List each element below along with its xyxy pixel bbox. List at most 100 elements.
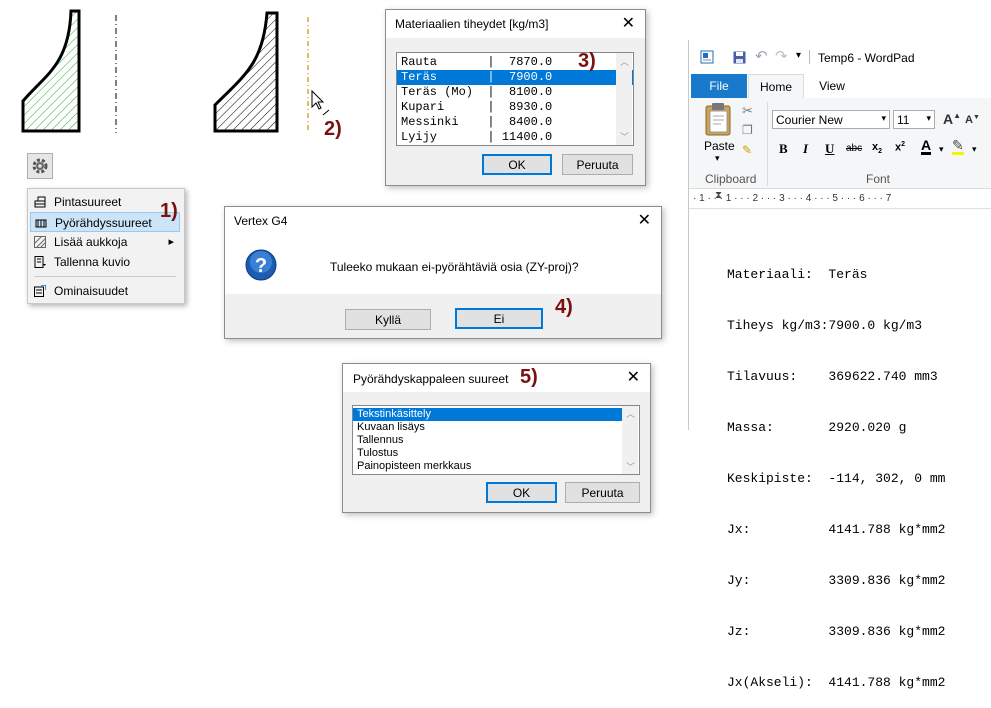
question-icon: ? bbox=[245, 249, 277, 281]
step-label-4: 4) bbox=[555, 296, 573, 318]
list-item[interactable]: Lyijy | 11400.0 bbox=[397, 130, 633, 145]
list-item[interactable]: Teräs (Mo) | 8100.0 bbox=[397, 85, 633, 100]
list-item[interactable]: Kuvaan lisäys bbox=[353, 421, 639, 434]
copy-icon[interactable]: ❐ bbox=[742, 123, 753, 137]
document-line: Jx: 4141.788 kg*mm2 bbox=[727, 522, 946, 537]
paint-format-icon[interactable]: ✎ bbox=[742, 143, 752, 157]
paste-button-label[interactable]: Paste bbox=[704, 139, 735, 153]
text-color-icon[interactable]: A bbox=[921, 138, 932, 155]
list-item-selected[interactable]: Teräs | 7900.0 bbox=[397, 70, 633, 85]
close-icon[interactable]: ✕ bbox=[638, 210, 651, 230]
font-name-select[interactable]: Courier New ▾ bbox=[772, 110, 890, 129]
highlight-icon[interactable]: ✎ bbox=[952, 138, 964, 155]
tab-file[interactable]: File bbox=[691, 74, 747, 98]
scrollbar[interactable]: ︿ ﹀ bbox=[622, 406, 638, 474]
step-label-1: 1) bbox=[160, 200, 178, 222]
wordpad-app-icon bbox=[700, 50, 714, 64]
list-item[interactable]: Messinki | 8400.0 bbox=[397, 115, 633, 130]
menu-item-ominaisuudet[interactable]: Ominaisuudet bbox=[30, 281, 180, 301]
yes-button[interactable]: Kyllä bbox=[345, 309, 431, 330]
list-item-selected[interactable]: Tekstinkäsittely bbox=[353, 408, 622, 421]
undo-icon[interactable]: ↶ bbox=[755, 47, 768, 65]
ruler[interactable]: · 1 · · · 1 · · · 2 · · · 3 · · · 4 · · … bbox=[689, 190, 991, 209]
document-text[interactable]: Materiaali: Teräs Tiheys kg/m3:7900.0 kg… bbox=[727, 232, 945, 708]
document-line: Jy: 3309.836 kg*mm2 bbox=[727, 573, 946, 588]
quantities-dialog: Pyörähdyskappaleen suureet ✕ Tekstinkäsi… bbox=[342, 363, 651, 513]
close-icon[interactable]: ✕ bbox=[622, 13, 635, 33]
shrink-font-icon[interactable]: A▼ bbox=[965, 114, 980, 126]
scroll-up-icon[interactable]: ︿ bbox=[626, 407, 635, 420]
profile-drawing-hatched-black bbox=[213, 11, 330, 133]
paste-icon[interactable] bbox=[703, 102, 733, 136]
no-button[interactable]: Ei bbox=[455, 308, 543, 329]
group-divider bbox=[767, 102, 768, 186]
grow-font-icon[interactable]: A▲ bbox=[943, 111, 961, 127]
document-line: Massa: 2920.020 g bbox=[727, 420, 907, 435]
menu-item-tallenna-kuvio[interactable]: Tallenna kuvio bbox=[30, 252, 180, 272]
quantities-listbox[interactable]: Tekstinkäsittely Kuvaan lisäys Tallennus… bbox=[352, 405, 640, 475]
list-item[interactable]: Tallennus bbox=[353, 434, 639, 447]
menu-item-pintasuureet[interactable]: Pintasuureet bbox=[30, 192, 180, 212]
indent-marker-icon[interactable]: ⧗ bbox=[715, 190, 722, 201]
chevron-down-icon: ▾ bbox=[926, 113, 931, 123]
scrollbar[interactable]: ︿ ﹀ bbox=[616, 53, 632, 145]
dialog-title: Vertex G4 bbox=[234, 214, 288, 228]
redo-icon[interactable]: ↷ bbox=[775, 47, 788, 65]
dialog-title: Pyörähdyskappaleen suureet bbox=[353, 372, 509, 386]
step-label-3: 3) bbox=[578, 50, 596, 72]
dialog-titlebar: Materiaalien tiheydet [kg/m3] ✕ bbox=[386, 10, 645, 38]
ok-button[interactable]: OK bbox=[482, 154, 552, 175]
ruler-scale: · 1 · · · 1 · · · 2 · · · 3 · · · 4 · · … bbox=[693, 193, 892, 204]
document-line: Tiheys kg/m3:7900.0 kg/m3 bbox=[727, 318, 923, 333]
save-icon[interactable] bbox=[733, 51, 746, 64]
gear-button[interactable] bbox=[27, 153, 53, 179]
underline-icon[interactable]: U bbox=[825, 141, 834, 157]
dialog-titlebar: Pyörähdyskappaleen suureet ✕ bbox=[343, 364, 650, 392]
dialog-title: Materiaalien tiheydet [kg/m3] bbox=[395, 17, 549, 31]
scroll-down-icon[interactable]: ﹀ bbox=[626, 460, 635, 473]
list-item[interactable]: Tulostus bbox=[353, 447, 639, 460]
revolution-properties-icon bbox=[35, 219, 47, 228]
density-dialog: Materiaalien tiheydet [kg/m3] ✕ Rauta | … bbox=[385, 9, 646, 186]
cancel-button[interactable]: Peruuta bbox=[565, 482, 640, 503]
font-size-value: 11 bbox=[897, 113, 910, 127]
step-label-2: 2) bbox=[324, 118, 342, 140]
hatch-icon bbox=[34, 236, 46, 248]
subscript-icon[interactable]: x2 bbox=[872, 141, 882, 155]
paste-dropdown-icon[interactable]: ▾ bbox=[715, 153, 720, 164]
document-line: Jx(Akseli): 4141.788 kg*mm2 bbox=[727, 675, 946, 690]
dialog-titlebar: Vertex G4 ✕ bbox=[225, 207, 661, 237]
menu-separator bbox=[34, 276, 176, 277]
document-line: Keskipiste: -114, 302, 0 mm bbox=[727, 471, 946, 486]
scroll-up-icon[interactable]: ︿ bbox=[620, 55, 629, 68]
font-size-select[interactable]: 11 ▾ bbox=[893, 110, 935, 129]
step-label-5: 5) bbox=[520, 366, 538, 388]
superscript-icon[interactable]: x2 bbox=[895, 141, 905, 154]
document-line: Tilavuus: 369622.740 mm3 bbox=[727, 369, 938, 384]
close-icon[interactable]: ✕ bbox=[627, 367, 640, 387]
strikethrough-icon[interactable]: abc bbox=[846, 143, 862, 154]
cancel-button[interactable]: Peruuta bbox=[562, 154, 633, 175]
italic-icon[interactable]: I bbox=[803, 141, 808, 157]
bold-icon[interactable]: B bbox=[779, 141, 788, 157]
group-label-clipboard: Clipboard bbox=[705, 172, 757, 186]
scroll-down-icon[interactable]: ﹀ bbox=[620, 130, 629, 143]
list-item[interactable]: Painopisteen merkkaus bbox=[353, 460, 639, 473]
save-pattern-icon bbox=[34, 256, 46, 268]
menu-item-pyorahdyssuureet[interactable]: Pyörähdyssuureet bbox=[30, 212, 180, 232]
chevron-down-icon[interactable]: ▾ bbox=[972, 144, 977, 155]
question-message: Tuleeko mukaan ei-pyörähtäviä osia (ZY-p… bbox=[330, 260, 579, 274]
density-listbox[interactable]: Rauta | 7870.0 Teräs | 7900.0 Teräs (Mo)… bbox=[396, 52, 634, 146]
submenu-arrow-icon: ▸ bbox=[168, 236, 174, 248]
wordpad-titlebar: ↶ ↷ ▾ Temp6 - WordPad bbox=[689, 44, 991, 72]
chevron-down-icon[interactable]: ▾ bbox=[939, 144, 944, 155]
group-label-font: Font bbox=[866, 172, 891, 186]
tab-view[interactable]: View bbox=[806, 74, 858, 98]
menu-item-lisaa-aukkoja[interactable]: Lisää aukkoja ▸ bbox=[30, 232, 180, 252]
quick-access-dropdown-icon[interactable]: ▾ bbox=[796, 50, 801, 61]
cut-icon[interactable]: ✂ bbox=[742, 103, 753, 119]
list-item[interactable]: Kupari | 8930.0 bbox=[397, 100, 633, 115]
ok-button[interactable]: OK bbox=[486, 482, 557, 503]
tab-home[interactable]: Home bbox=[748, 74, 804, 99]
list-item[interactable]: Rauta | 7870.0 bbox=[397, 55, 633, 70]
